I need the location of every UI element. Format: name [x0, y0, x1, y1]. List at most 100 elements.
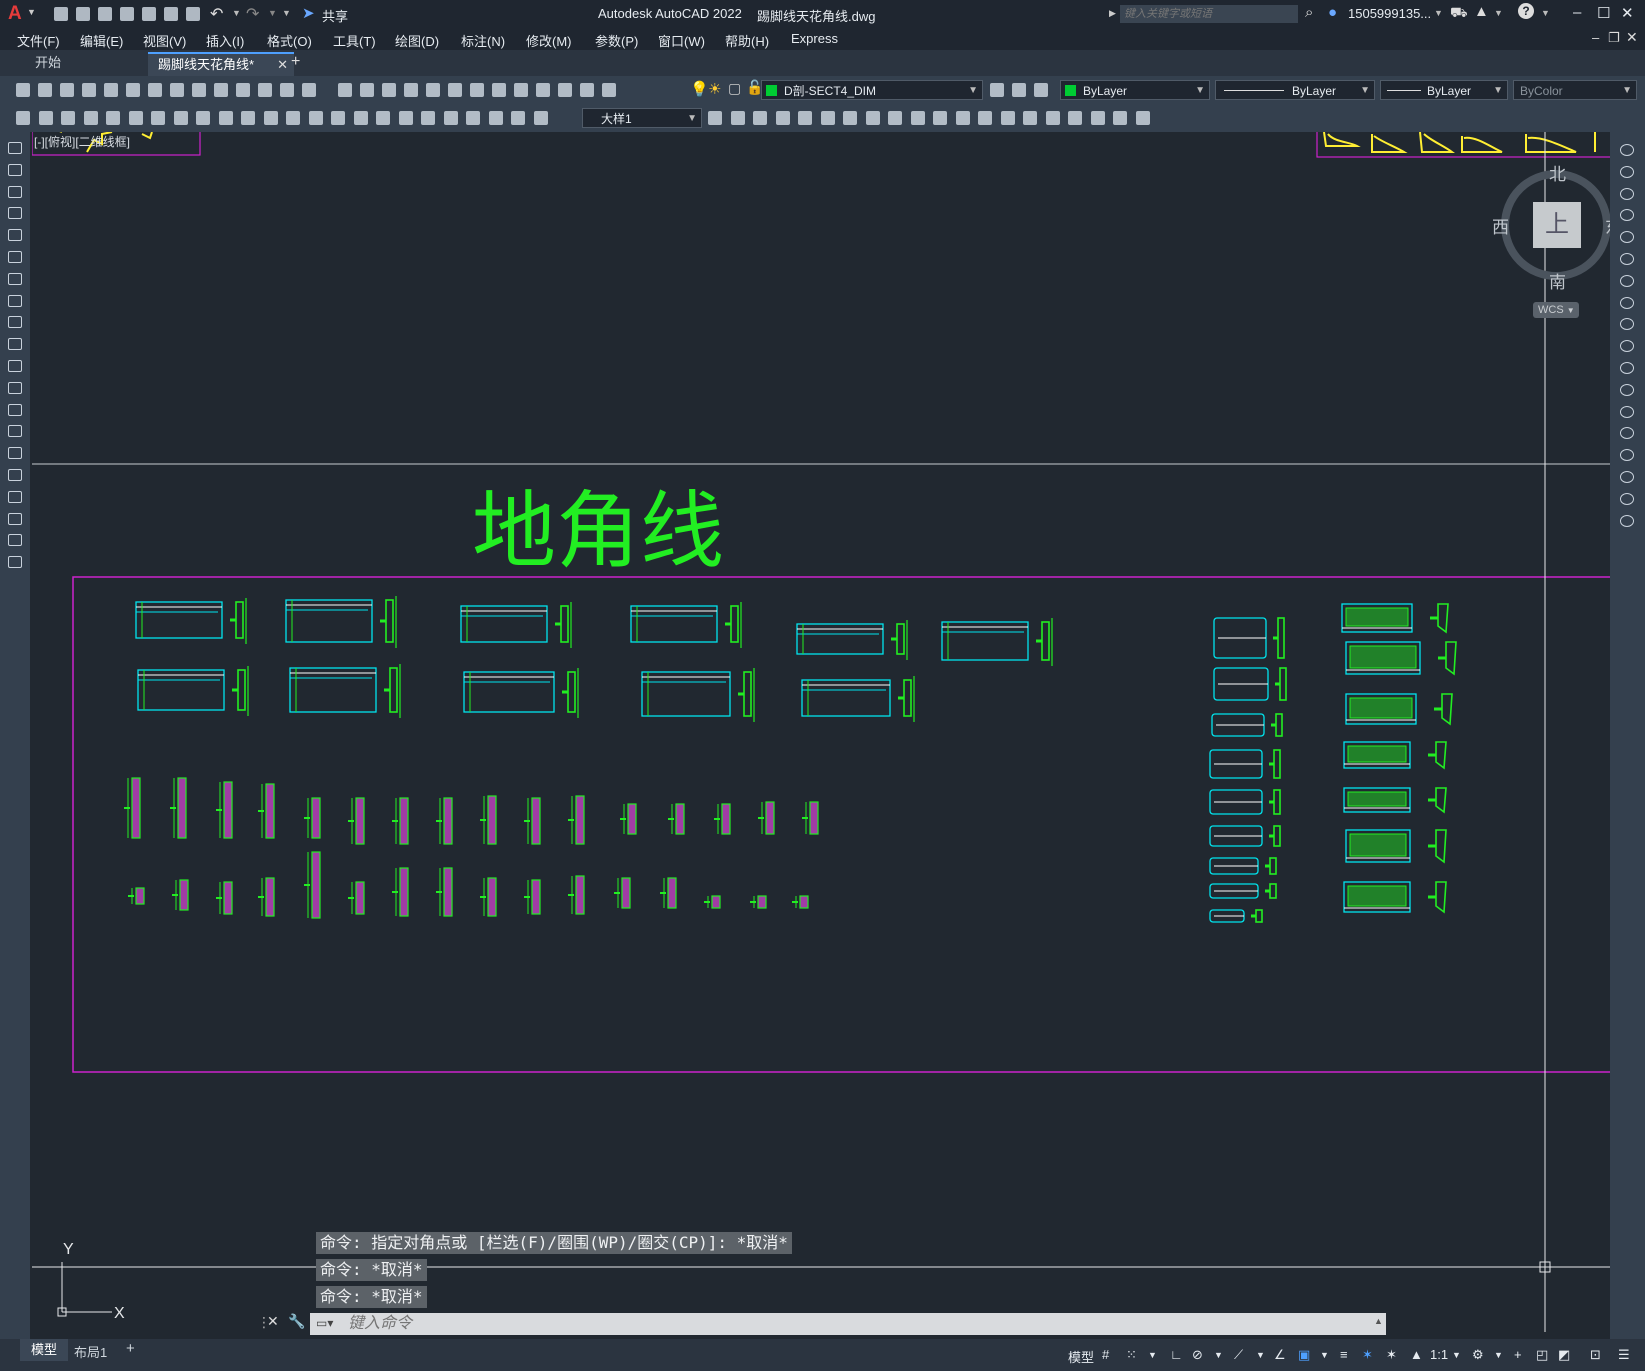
layer-states-icon[interactable] — [1032, 81, 1050, 99]
modify-tool-15-icon[interactable] — [1618, 447, 1636, 463]
snap-dropdown-icon[interactable]: ▼ — [1148, 1350, 1157, 1360]
edit-tool-13-icon[interactable] — [976, 109, 994, 127]
lineweight-icon[interactable]: ≡ — [1340, 1347, 1348, 1362]
units-icon[interactable]: ◰ — [1536, 1347, 1548, 1363]
modify-tool-8-icon[interactable] — [1618, 295, 1636, 311]
search-input[interactable] — [1120, 5, 1298, 23]
edit-tool-17-icon[interactable] — [1066, 109, 1084, 127]
standard-tool-7-icon[interactable] — [146, 81, 164, 99]
menu-tools[interactable]: 工具(T) — [333, 31, 376, 50]
draw-tool-4-icon[interactable] — [6, 205, 24, 221]
modify-tool-16-icon[interactable] — [1618, 469, 1636, 485]
cart-icon[interactable]: ⛟ — [1450, 4, 1468, 23]
help-dropdown-icon[interactable]: ▼ — [1541, 8, 1550, 18]
compass-north[interactable]: 北 — [1549, 160, 1566, 185]
command-prompt-icon[interactable]: ▭▾ — [316, 1316, 333, 1330]
tab-drawing[interactable]: 踢脚线天花角线* ✕ — [148, 52, 294, 76]
modify-tool-3-icon[interactable] — [1618, 186, 1636, 202]
draw-tool-8-icon[interactable] — [6, 293, 24, 309]
dim-tool-20-icon[interactable] — [442, 109, 460, 127]
plus-icon[interactable]: + — [1514, 1347, 1522, 1362]
open-web-icon[interactable] — [140, 5, 158, 23]
dim-tool-3-icon[interactable] — [59, 109, 77, 127]
standard-tool-1-icon[interactable] — [14, 81, 32, 99]
draw-tool-10-icon[interactable] — [6, 336, 24, 352]
standard-tool-8-icon[interactable] — [168, 81, 186, 99]
edit-tool-19-icon[interactable] — [1111, 109, 1129, 127]
dim-tool-13-icon[interactable] — [284, 109, 302, 127]
dimstyle-dropdown[interactable]: 大样1 ▼ — [582, 108, 702, 128]
compass-east[interactable]: 东 — [1605, 213, 1610, 238]
scale-dropdown-icon[interactable]: ▼ — [1452, 1350, 1461, 1360]
standard-tool-4-icon[interactable] — [80, 81, 98, 99]
menu-insert[interactable]: 插入(I) — [206, 31, 244, 50]
standard-tool-2-icon[interactable] — [36, 81, 54, 99]
tab-close-icon[interactable]: ✕ — [277, 54, 288, 76]
view-tool-12-icon[interactable] — [578, 81, 596, 99]
modify-tool-11-icon[interactable] — [1618, 360, 1636, 376]
draw-tool-6-icon[interactable] — [6, 249, 24, 265]
redo-dropdown-icon[interactable]: ▼ — [268, 8, 277, 18]
dim-tool-6-icon[interactable] — [127, 109, 145, 127]
modify-tool-10-icon[interactable] — [1618, 338, 1636, 354]
modify-tool-1-icon[interactable] — [1618, 142, 1636, 158]
plot-icon[interactable] — [184, 5, 202, 23]
modify-tool-6-icon[interactable] — [1618, 251, 1636, 267]
freeze-vp-icon[interactable]: ▢ — [728, 80, 741, 97]
view-tool-13-icon[interactable] — [600, 81, 618, 99]
standard-tool-10-icon[interactable] — [212, 81, 230, 99]
dim-tool-7-icon[interactable] — [149, 109, 167, 127]
compass-south[interactable]: 南 — [1549, 268, 1566, 293]
annotation-scale-icon[interactable]: ▲ — [1410, 1347, 1423, 1362]
edit-tool-1-icon[interactable] — [706, 109, 724, 127]
edit-tool-9-icon[interactable] — [886, 109, 904, 127]
modify-tool-18-icon[interactable] — [1618, 513, 1636, 529]
dim-tool-24-icon[interactable] — [532, 109, 550, 127]
user-icon[interactable]: ● — [1328, 4, 1337, 21]
dim-tool-12-icon[interactable] — [262, 109, 280, 127]
redo-icon[interactable]: ↷ — [246, 4, 259, 24]
menu-modify[interactable]: 修改(M) — [526, 31, 572, 50]
edit-tool-7-icon[interactable] — [841, 109, 859, 127]
polar-dropdown-icon[interactable]: ▼ — [1214, 1350, 1223, 1360]
edit-tool-18-icon[interactable] — [1089, 109, 1107, 127]
edit-tool-4-icon[interactable] — [774, 109, 792, 127]
status-model-button[interactable]: 模型 — [1068, 1347, 1094, 1366]
wcs-menu[interactable]: WCS ▼ — [1533, 302, 1579, 318]
draw-tool-16-icon[interactable] — [6, 467, 24, 483]
command-close-icon[interactable]: ✕ — [267, 1313, 279, 1330]
draw-tool-9-icon[interactable] — [6, 314, 24, 330]
dim-tool-17-icon[interactable] — [374, 109, 392, 127]
edit-tool-11-icon[interactable] — [931, 109, 949, 127]
dim-tool-15-icon[interactable] — [329, 109, 347, 127]
view-tool-7-icon[interactable] — [468, 81, 486, 99]
menu-edit[interactable]: 编辑(E) — [80, 31, 123, 50]
draw-tool-19-icon[interactable] — [6, 532, 24, 548]
layer-dropdown[interactable]: D剖-SECT4_DIM ▼ — [761, 80, 983, 100]
draw-tool-1-icon[interactable] — [6, 140, 24, 156]
layout-tab-layout1[interactable]: 布局1 — [74, 1342, 107, 1361]
modify-tool-2-icon[interactable] — [1618, 164, 1636, 180]
dim-tool-11-icon[interactable] — [239, 109, 257, 127]
compass-west[interactable]: 西 — [1492, 213, 1509, 238]
menu-view[interactable]: 视图(V) — [143, 31, 186, 50]
color-dropdown[interactable]: ByLayer ▼ — [1060, 80, 1210, 100]
modify-tool-7-icon[interactable] — [1618, 273, 1636, 289]
draw-tool-2-icon[interactable] — [6, 162, 24, 178]
command-customize-icon[interactable]: 🔧 — [288, 1313, 305, 1330]
edit-tool-8-icon[interactable] — [864, 109, 882, 127]
edit-tool-14-icon[interactable] — [999, 109, 1017, 127]
undo-icon[interactable]: ↶ — [210, 4, 223, 24]
doc-close-icon[interactable]: ✕ — [1626, 29, 1638, 46]
open-file-icon[interactable] — [74, 5, 92, 23]
draw-tool-11-icon[interactable] — [6, 358, 24, 374]
dim-tool-10-icon[interactable] — [217, 109, 235, 127]
osnap-dropdown-icon[interactable]: ▼ — [1320, 1350, 1329, 1360]
edit-tool-16-icon[interactable] — [1044, 109, 1062, 127]
view-tool-4-icon[interactable] — [402, 81, 420, 99]
modify-tool-5-icon[interactable] — [1618, 229, 1636, 245]
edit-tool-12-icon[interactable] — [954, 109, 972, 127]
new-layout-button[interactable]: + — [126, 1340, 135, 1357]
view-tool-3-icon[interactable] — [380, 81, 398, 99]
workspace-gear-icon[interactable]: ⚙ — [1472, 1347, 1484, 1363]
